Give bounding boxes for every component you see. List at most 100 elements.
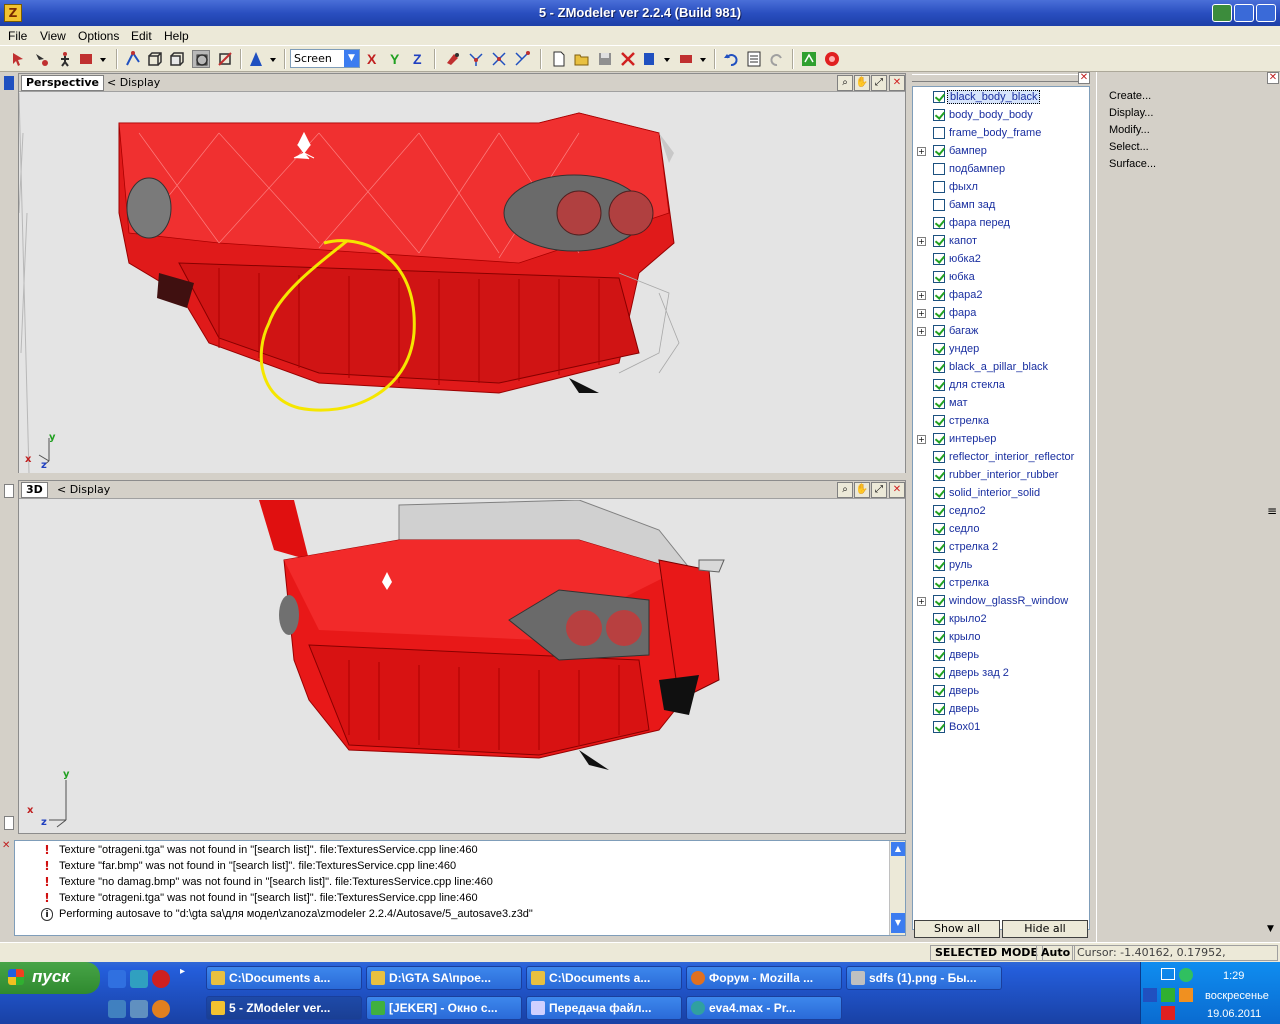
viewport-display-menu[interactable]: < Display bbox=[57, 483, 110, 496]
taskbar-button[interactable]: eva4.max - Pr... bbox=[686, 996, 842, 1020]
menu-file[interactable]: File bbox=[8, 29, 27, 43]
object-list-item[interactable]: black_a_pillar_black bbox=[913, 359, 1089, 377]
object-list-item[interactable]: frame_body_frame bbox=[913, 125, 1089, 143]
select-options-dropdown[interactable] bbox=[78, 50, 108, 68]
visibility-checkbox[interactable] bbox=[933, 685, 945, 697]
visibility-checkbox[interactable] bbox=[933, 145, 945, 157]
object-list-item[interactable]: body_body_body bbox=[913, 107, 1089, 125]
visibility-checkbox[interactable] bbox=[933, 361, 945, 373]
visibility-checkbox[interactable] bbox=[933, 163, 945, 175]
object-list-item[interactable]: стрелка 2 bbox=[913, 539, 1089, 557]
pan-hand-icon[interactable]: ✋ bbox=[854, 482, 870, 498]
minimize-button[interactable] bbox=[1212, 4, 1232, 22]
command-modify[interactable]: Modify... bbox=[1109, 124, 1150, 136]
axis-x-toggle[interactable]: X bbox=[367, 51, 376, 67]
object-list-item[interactable]: седло2 bbox=[913, 503, 1089, 521]
viewport-tab-left[interactable] bbox=[4, 76, 14, 90]
tray-app-icon[interactable] bbox=[1143, 988, 1157, 1002]
visibility-checkbox[interactable] bbox=[933, 415, 945, 427]
surface-tool-icon[interactable] bbox=[192, 50, 210, 68]
redo-icon[interactable] bbox=[768, 50, 786, 68]
viewport-tab-left[interactable] bbox=[4, 816, 14, 830]
expand-plus-icon[interactable]: + bbox=[917, 597, 926, 606]
taskbar-button[interactable]: Форум - Mozilla ... bbox=[686, 966, 842, 990]
render-icon[interactable] bbox=[800, 50, 818, 68]
cut-tool-icon[interactable] bbox=[513, 50, 531, 68]
visibility-checkbox[interactable] bbox=[933, 379, 945, 391]
quicklaunch-opera-icon[interactable] bbox=[152, 970, 170, 988]
chevron-down-icon[interactable]: ▼ bbox=[344, 50, 359, 67]
visibility-checkbox[interactable] bbox=[933, 235, 945, 247]
object-list-item[interactable]: дверь зад 2 bbox=[913, 665, 1089, 683]
command-create[interactable]: Create... bbox=[1109, 90, 1151, 102]
object-list-item[interactable]: фыхл bbox=[913, 179, 1089, 197]
visibility-checkbox[interactable] bbox=[933, 307, 945, 319]
viewport-canvas[interactable] bbox=[19, 93, 905, 473]
start-button[interactable]: пуск bbox=[0, 962, 100, 994]
visibility-checkbox[interactable] bbox=[933, 253, 945, 265]
visibility-checkbox[interactable] bbox=[933, 91, 945, 103]
icq-icon[interactable] bbox=[1179, 968, 1193, 982]
expand-plus-icon[interactable]: + bbox=[917, 435, 926, 444]
object-list-item[interactable]: reflector_interior_reflector bbox=[913, 449, 1089, 467]
object-list-item[interactable]: крыло bbox=[913, 629, 1089, 647]
auto-indicator[interactable]: Auto bbox=[1036, 945, 1076, 961]
taskbar-button[interactable]: Передача файл... bbox=[526, 996, 682, 1020]
visibility-checkbox[interactable] bbox=[933, 181, 945, 193]
visibility-checkbox[interactable] bbox=[933, 199, 945, 211]
network-icon[interactable] bbox=[1161, 968, 1175, 980]
fit-view-icon[interactable]: ⤢ bbox=[871, 75, 887, 91]
viewport-name-tab[interactable]: Perspective bbox=[21, 75, 105, 91]
command-select[interactable]: Select... bbox=[1109, 141, 1149, 153]
taskbar-button[interactable]: D:\GTA SA\прое... bbox=[366, 966, 522, 990]
pan-hand-icon[interactable]: ✋ bbox=[854, 75, 870, 91]
visibility-checkbox[interactable] bbox=[933, 289, 945, 301]
expand-plus-icon[interactable]: + bbox=[917, 237, 926, 246]
box-tool-icon[interactable] bbox=[146, 50, 164, 68]
coordinate-space-select[interactable]: Screen ▼ bbox=[290, 49, 360, 68]
visibility-checkbox[interactable] bbox=[933, 505, 945, 517]
quicklaunch-app-icon[interactable] bbox=[108, 1000, 126, 1018]
move-figure-icon[interactable] bbox=[56, 50, 74, 68]
log-entry[interactable]: ! Texture "otrageni.tga" was not found in… bbox=[15, 843, 885, 859]
scroll-down-icon[interactable]: ▼ bbox=[1267, 924, 1274, 934]
log-scrollbar[interactable]: ▲ ▼ bbox=[889, 841, 905, 935]
select-arrow-icon[interactable] bbox=[10, 50, 28, 68]
visibility-checkbox[interactable] bbox=[933, 109, 945, 121]
menu-options[interactable]: Options bbox=[78, 29, 119, 43]
quicklaunch-mail-icon[interactable] bbox=[152, 1000, 170, 1018]
close-viewport-icon[interactable]: ✕ bbox=[889, 75, 905, 91]
clock-time[interactable]: 1:29 bbox=[1223, 970, 1244, 982]
object-list-item[interactable]: крыло2 bbox=[913, 611, 1089, 629]
taskbar-button[interactable]: C:\Documents a... bbox=[206, 966, 362, 990]
object-list-item[interactable]: дверь bbox=[913, 701, 1089, 719]
object-list-item[interactable]: подбампер bbox=[913, 161, 1089, 179]
save-icon[interactable] bbox=[596, 50, 614, 68]
quicklaunch-expand-icon[interactable]: ▸ bbox=[180, 966, 185, 977]
object-list-item[interactable]: седло bbox=[913, 521, 1089, 539]
select-multi-icon[interactable] bbox=[32, 50, 50, 68]
panel-splitter-handle[interactable]: ≡ bbox=[1267, 504, 1277, 518]
visibility-checkbox[interactable] bbox=[933, 667, 945, 679]
hide-all-button[interactable]: Hide all bbox=[1002, 920, 1088, 938]
object-list-item[interactable]: + интерьер bbox=[913, 431, 1089, 449]
visibility-checkbox[interactable] bbox=[933, 487, 945, 499]
vertex-tool-icon[interactable] bbox=[124, 50, 142, 68]
zoom-icon[interactable]: ⌕ bbox=[837, 75, 853, 91]
object-list-item[interactable]: для стекла bbox=[913, 377, 1089, 395]
expand-plus-icon[interactable]: + bbox=[917, 291, 926, 300]
object-list-item[interactable]: rubber_interior_rubber bbox=[913, 467, 1089, 485]
stop-icon[interactable] bbox=[823, 50, 841, 68]
object-list-item[interactable]: стрелка bbox=[913, 575, 1089, 593]
object-list-item[interactable]: + фара bbox=[913, 305, 1089, 323]
visibility-checkbox[interactable] bbox=[933, 595, 945, 607]
object-list-item[interactable]: solid_interior_solid bbox=[913, 485, 1089, 503]
taskbar-button[interactable]: sdfs (1).png - Бы... bbox=[846, 966, 1002, 990]
visibility-checkbox[interactable] bbox=[933, 433, 945, 445]
object-list-item[interactable]: + бампер bbox=[913, 143, 1089, 161]
object-list-item[interactable]: мат bbox=[913, 395, 1089, 413]
visibility-checkbox[interactable] bbox=[933, 397, 945, 409]
object-list-item[interactable]: стрелка bbox=[913, 413, 1089, 431]
taskbar-button-active[interactable]: 5 - ZModeler ver... bbox=[206, 996, 362, 1020]
visibility-checkbox[interactable] bbox=[933, 343, 945, 355]
